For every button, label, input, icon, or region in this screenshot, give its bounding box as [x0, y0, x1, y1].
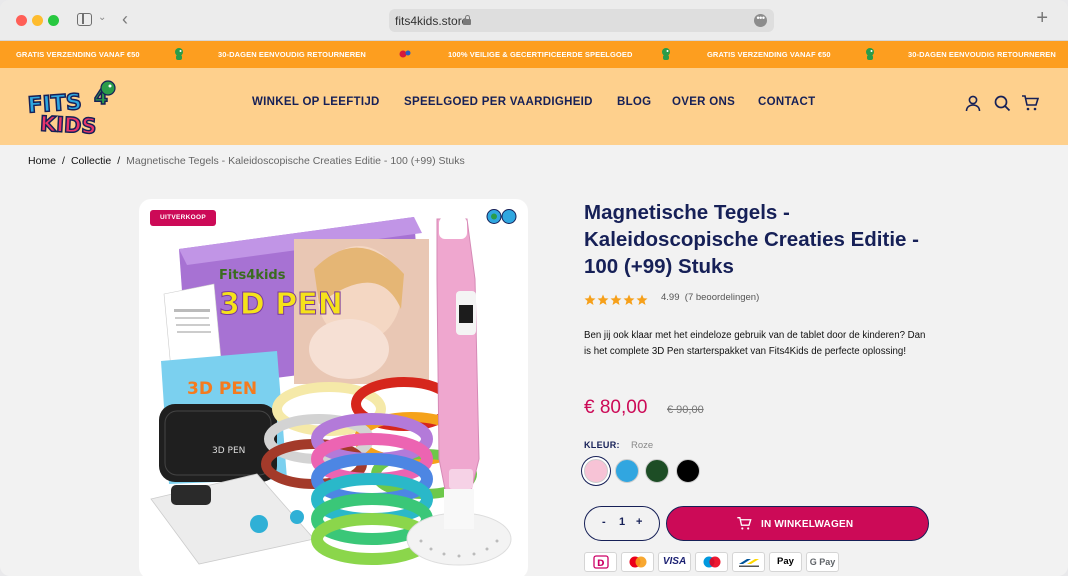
- age-badge-icon: [486, 209, 517, 224]
- announcement-item: GRATIS VERZENDING VANAF €50: [707, 50, 831, 59]
- quantity-increase-button[interactable]: +: [636, 516, 642, 528]
- back-button[interactable]: ‹: [122, 9, 128, 30]
- chevron-down-icon[interactable]: ⌄: [98, 12, 106, 23]
- product-title: Magnetische Tegels - Kaleidoscopische Cr…: [584, 201, 919, 278]
- browser-window: ⌄ ‹ fits4kids.store ••• + GRATIS VERZEND…: [0, 0, 1068, 576]
- star-icon: [636, 294, 648, 305]
- apple-pay-icon: Pay: [769, 552, 802, 572]
- swatch-black[interactable]: [676, 459, 700, 483]
- sale-price: € 80,00: [584, 397, 648, 418]
- nav-link-toys-by-skill[interactable]: SPEELGOED PER VAARDIGHEID: [404, 96, 593, 108]
- announcement-item: 30-DAGEN EENVOUDIG RETOURNEREN: [218, 50, 366, 59]
- rating-value: 4.99: [661, 292, 680, 303]
- search-icon[interactable]: [993, 94, 1011, 112]
- original-price: € 90,00: [667, 404, 704, 416]
- product-description: Ben jij ook klaar met het eindeloze gebr…: [584, 330, 926, 357]
- url-text: fits4kids.store: [395, 14, 469, 28]
- product-photo: Fits4kids 3D PEN 3D PEN 3D PEN: [150, 217, 512, 566]
- cart-icon: [737, 517, 752, 530]
- svg-text:D: D: [597, 559, 604, 569]
- breadcrumb-separator: /: [117, 155, 121, 167]
- lock-icon: [463, 15, 471, 25]
- announcement-item: 30-DAGEN EENVOUDIG RETOURNEREN: [908, 50, 1056, 59]
- quantity-stepper: - 1 +: [584, 506, 660, 541]
- dinosaur-icon: [662, 48, 670, 60]
- nav-link-contact[interactable]: CONTACT: [758, 96, 815, 108]
- review-count[interactable]: (7 beoordelingen): [685, 292, 759, 303]
- sale-badge: UITVERKOOP: [150, 210, 216, 226]
- nav-link-shop-by-age[interactable]: WINKEL OP LEEFTIJD: [252, 96, 380, 108]
- breadcrumb-home[interactable]: Home: [28, 155, 56, 167]
- bancontact-icon: [732, 552, 765, 572]
- new-tab-button[interactable]: +: [1036, 7, 1048, 30]
- announcement-item: GRATIS VERZENDING VANAF €50: [16, 50, 140, 59]
- google-pay-icon: G Pay: [806, 552, 839, 572]
- box-brand-text: Fits4kids: [219, 268, 286, 283]
- nav-link-about[interactable]: OVER ONS: [672, 96, 735, 108]
- star-icon: [584, 294, 596, 305]
- ball-icon: [399, 50, 411, 58]
- ideal-icon: D: [584, 552, 617, 572]
- selected-color: Roze: [631, 440, 654, 451]
- fits4kids-logo[interactable]: FITS 4 KIDS: [26, 78, 122, 136]
- account-icon[interactable]: [964, 94, 982, 112]
- dinosaur-icon: [866, 48, 874, 60]
- mastercard-icon: [621, 552, 654, 572]
- breadcrumb-separator: /: [62, 155, 65, 167]
- star-icon: [597, 294, 609, 305]
- rating-summary: 4.99 (7 beoordelingen): [661, 292, 759, 303]
- add-to-cart-button[interactable]: IN WINKELWAGEN: [666, 506, 929, 541]
- dinosaur-icon: [175, 48, 183, 60]
- maestro-icon: [695, 552, 728, 572]
- nav-link-blog[interactable]: BLOG: [617, 96, 651, 108]
- cart-icon[interactable]: [1021, 94, 1039, 112]
- star-icon: [610, 294, 622, 305]
- case-label-text: 3D PEN: [212, 446, 245, 456]
- swatch-green[interactable]: [645, 459, 669, 483]
- announcement-bar: GRATIS VERZENDING VANAF €50 30-DAGEN EEN…: [0, 41, 1068, 68]
- announcement-item: 100% VEILIGE & GECERTIFICEERDE SPEELGOED: [448, 50, 633, 59]
- add-to-cart-label: IN WINKELWAGEN: [761, 519, 854, 530]
- color-label: KLEUR:: [584, 440, 620, 450]
- product-image-card[interactable]: Fits4kids 3D PEN 3D PEN 3D PEN UITVERKOO…: [139, 199, 528, 576]
- product-rating[interactable]: 4.99 (7 beoordelingen): [584, 291, 759, 305]
- maximize-window-button[interactable]: [48, 15, 59, 26]
- visa-icon: VISA: [658, 552, 691, 572]
- browser-toolbar: ⌄ ‹ fits4kids.store ••• +: [0, 0, 1068, 41]
- swatch-pink[interactable]: [584, 459, 608, 483]
- book-title-text: 3D PEN: [187, 379, 257, 399]
- breadcrumb: Home / Collectie / Magnetische Tegels - Kale…: [28, 155, 469, 167]
- close-window-button[interactable]: [16, 15, 27, 26]
- box-title-text: 3D PEN: [219, 287, 343, 322]
- swatch-blue[interactable]: [615, 459, 639, 483]
- quantity-decrease-button[interactable]: -: [602, 516, 606, 528]
- svg-text:KIDS: KIDS: [39, 112, 97, 136]
- breadcrumb-current: Magnetische Tegels - Kaleidoscopische Cr…: [126, 155, 465, 167]
- breadcrumb-collection[interactable]: Collectie: [71, 155, 111, 167]
- site-header: FITS 4 KIDS WINKEL OP LEEFTIJD SPEELGOED…: [0, 68, 1068, 145]
- minimize-window-button[interactable]: [32, 15, 43, 26]
- sidebar-toggle-icon[interactable]: [77, 13, 92, 26]
- address-bar[interactable]: fits4kids.store •••: [389, 9, 774, 32]
- quantity-value[interactable]: 1: [619, 516, 625, 528]
- star-icon: [623, 294, 635, 305]
- more-icon[interactable]: •••: [754, 14, 767, 27]
